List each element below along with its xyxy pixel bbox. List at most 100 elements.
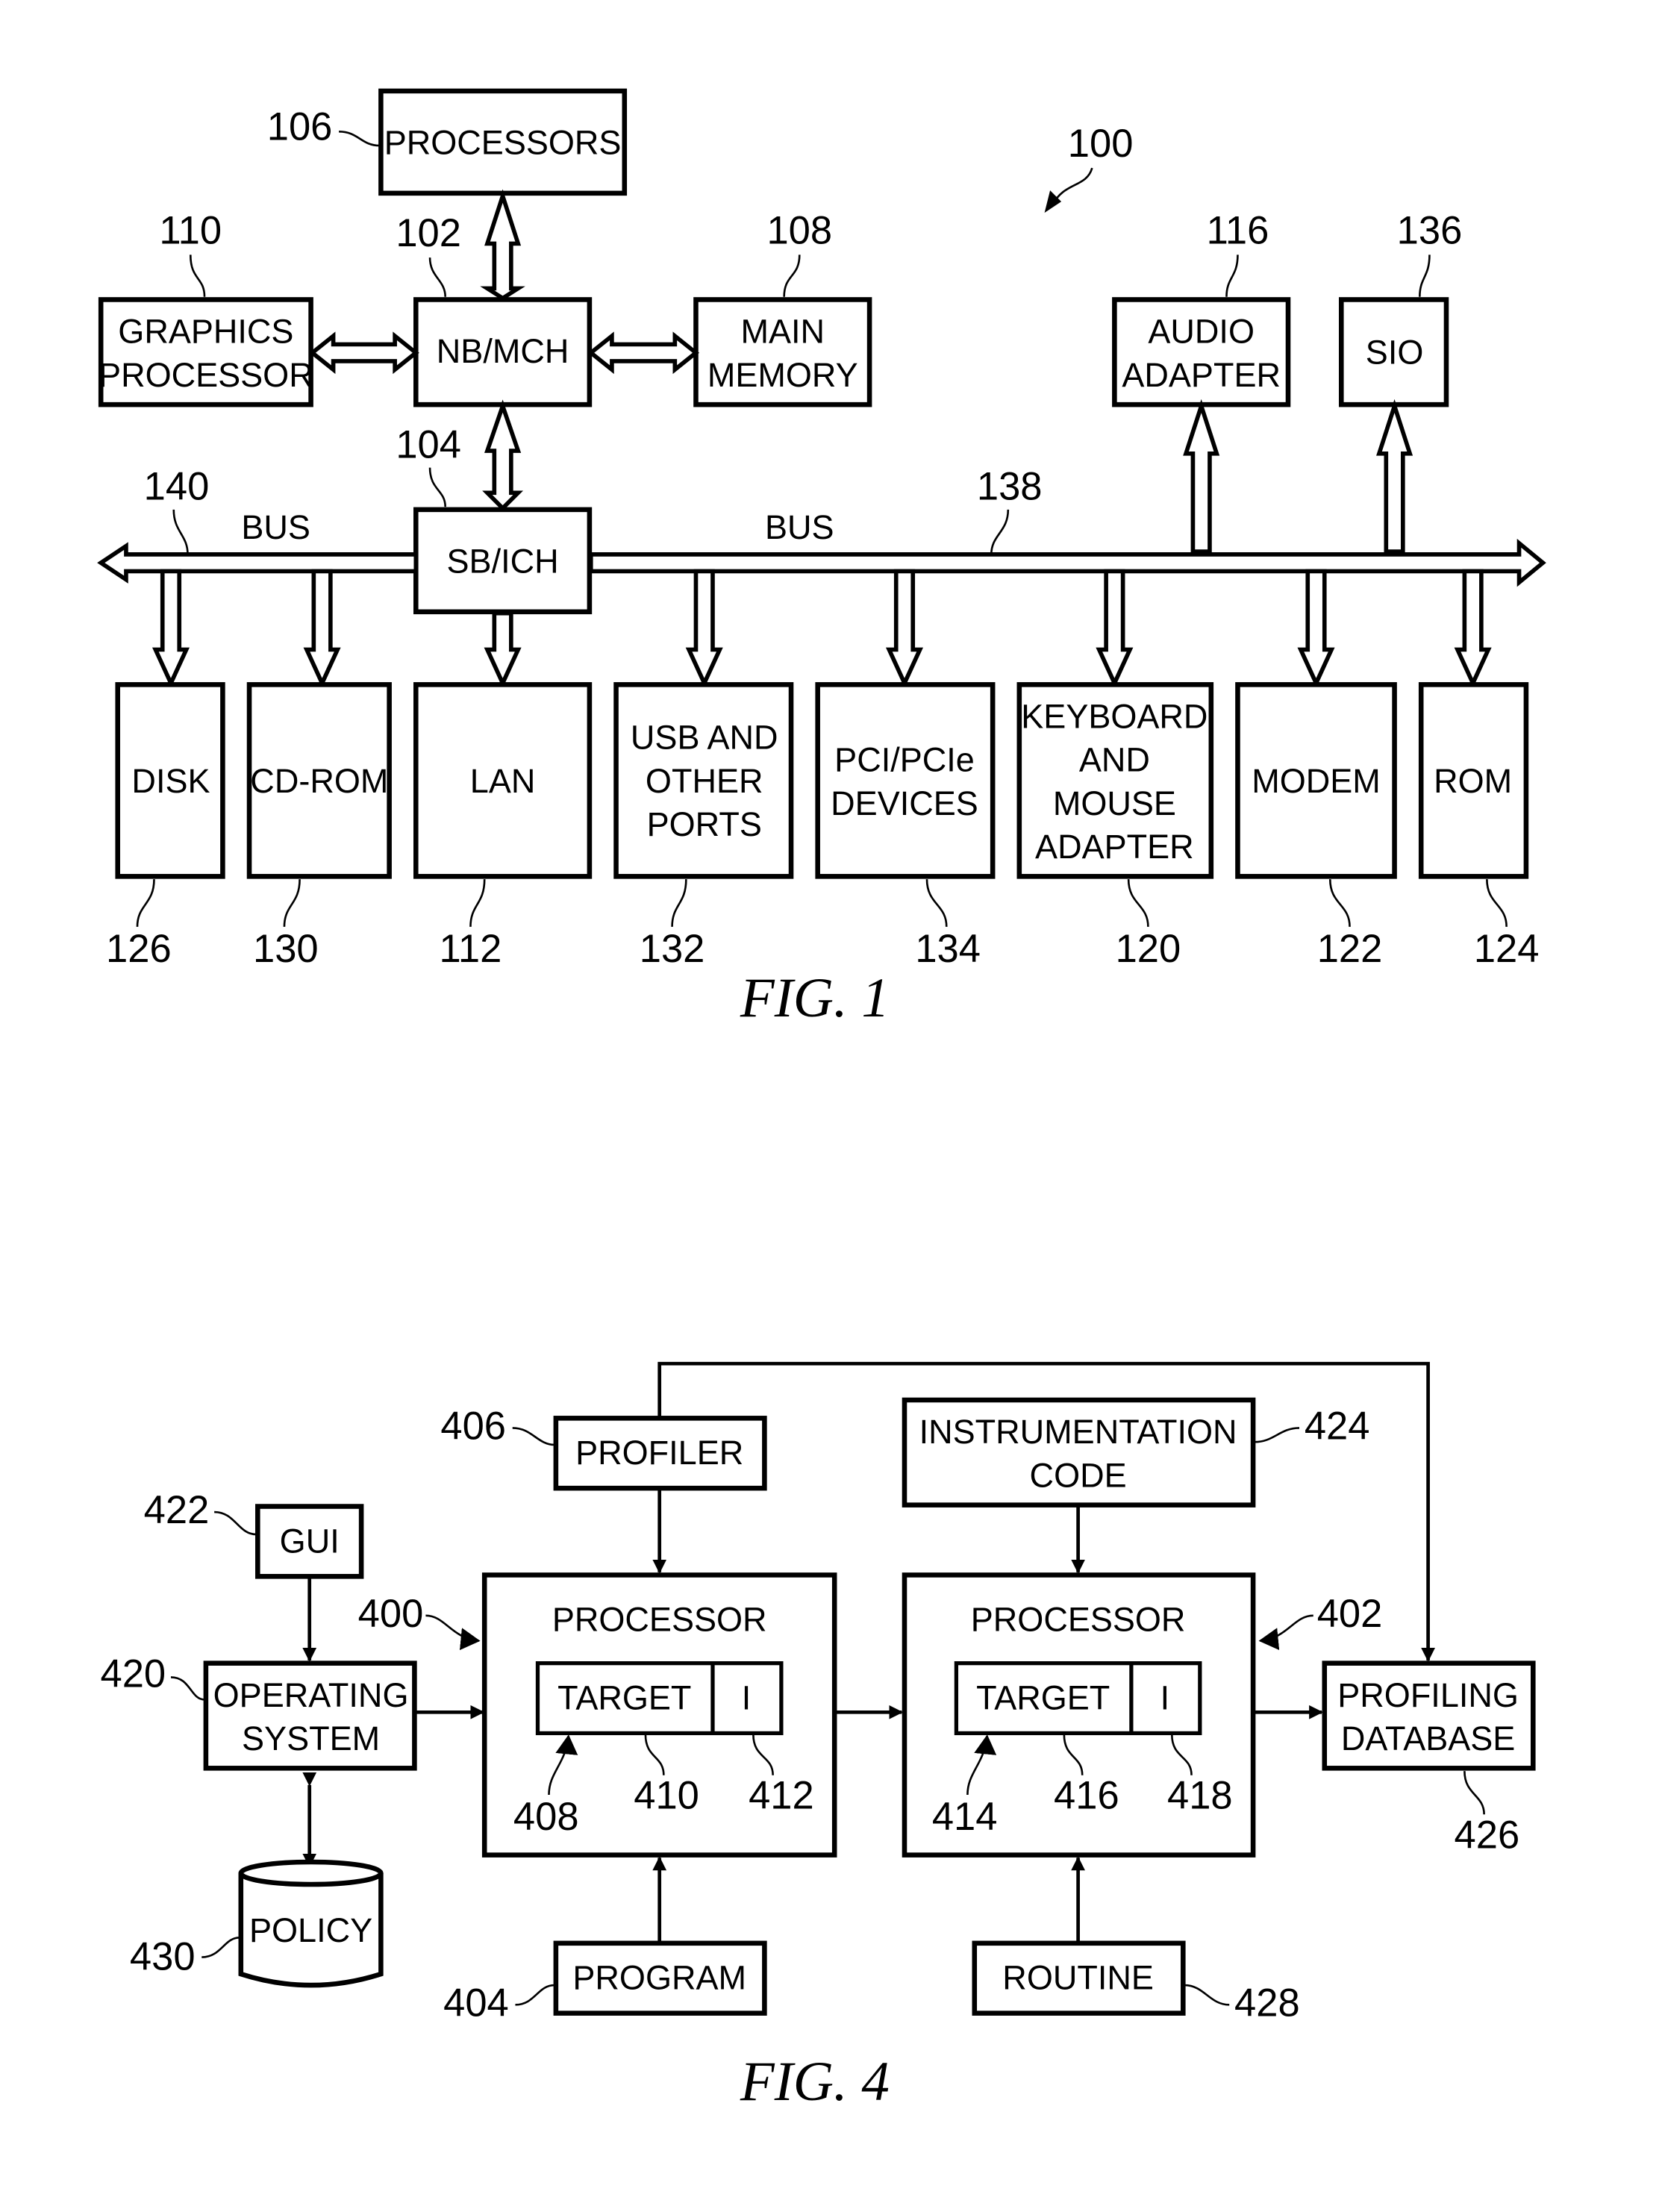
leader-430 — [201, 1937, 240, 1958]
arrow-bus-modem — [1297, 569, 1335, 689]
processor-400-label: PROCESSOR — [552, 1600, 767, 1638]
arrow-bus-usb — [685, 569, 723, 689]
policy-label: POLICY — [249, 1911, 372, 1949]
ref-116: 116 — [1207, 208, 1269, 252]
ref-414: 414 — [932, 1795, 998, 1839]
program-label: PROGRAM — [572, 1959, 746, 1997]
instrumentation-418-label: I — [1160, 1679, 1170, 1717]
leader-138 — [990, 509, 1010, 554]
ref-430: 430 — [130, 1934, 196, 1978]
os-label-2: SYSTEM — [242, 1719, 380, 1758]
os-label-1: OPERATING — [213, 1676, 409, 1714]
leader-404 — [515, 1984, 555, 2006]
gui-block: GUI — [255, 1504, 364, 1579]
profiling-db-label-2: DATABASE — [1341, 1719, 1515, 1758]
modem-block: MODEM — [1235, 682, 1397, 879]
double-arrow-processors-nb — [480, 189, 525, 301]
leader-102 — [428, 257, 446, 297]
leader-108 — [783, 254, 801, 297]
pci-label-1: PCI/PCIe — [834, 741, 975, 779]
keyboard-label-1: KEYBOARD — [1021, 697, 1208, 735]
disk-label: DISK — [131, 762, 210, 800]
ref-404: 404 — [443, 1981, 509, 2025]
bus-140 — [97, 542, 419, 584]
processors-block: PROCESSORS — [378, 88, 628, 196]
ref-410: 410 — [634, 1774, 699, 1818]
ref-424: 424 — [1305, 1404, 1370, 1448]
ref-120: 120 — [1116, 927, 1181, 971]
arrowhead-100 — [1044, 190, 1062, 213]
arrow-bus-disk — [151, 569, 190, 689]
fig-4-caption: FIG. 4 — [740, 2051, 890, 2113]
bus-label-right: BUS — [765, 508, 834, 546]
ref-426: 426 — [1455, 1813, 1520, 1857]
keyboard-label-4: ADAPTER — [1035, 828, 1194, 866]
bus-label-left: BUS — [241, 508, 310, 546]
leader-400 — [425, 1614, 481, 1651]
routine-label: ROUTINE — [1002, 1959, 1154, 1997]
sb-ich-block: SB/ICH — [413, 507, 593, 615]
ref-126: 126 — [106, 927, 172, 971]
leader-132 — [671, 879, 687, 927]
ref-140: 140 — [144, 465, 210, 509]
keyboard-mouse-adapter-block: KEYBOARD AND MOUSE ADAPTER — [1016, 682, 1214, 879]
routine-block: ROUTINE — [972, 1940, 1186, 2016]
audio-adapter-block: AUDIO ADAPTER — [1112, 297, 1291, 407]
usb-label-2: OTHER — [646, 762, 763, 800]
disk-block: DISK — [115, 682, 225, 879]
leader-100 — [1052, 167, 1093, 205]
ref-124: 124 — [1474, 927, 1540, 971]
operating-system-block: OPERATING SYSTEM — [203, 1660, 417, 1771]
leader-126 — [136, 879, 155, 927]
leader-124 — [1486, 879, 1508, 927]
ref-400: 400 — [358, 1592, 424, 1636]
leader-120 — [1127, 879, 1149, 927]
arrow-bus-sio — [1376, 399, 1413, 554]
policy-database-cylinder: POLICY — [238, 1859, 384, 1988]
double-arrow-graphics-nb — [308, 331, 419, 375]
leader-104 — [428, 467, 446, 507]
double-arrow-nb-sb — [482, 399, 524, 511]
leader-130 — [283, 879, 301, 927]
ref-422: 422 — [144, 1488, 210, 1532]
fig-1-caption: FIG. 1 — [740, 967, 890, 1029]
main-memory-block: MAIN MEMORY — [693, 297, 872, 407]
leader-140 — [172, 509, 189, 554]
ref-138: 138 — [977, 465, 1043, 509]
profiler-block: PROFILER — [553, 1416, 767, 1491]
keyboard-label-2: AND — [1079, 741, 1150, 779]
ref-108: 108 — [766, 208, 832, 252]
pci-label-2: DEVICES — [831, 784, 978, 822]
ref-134: 134 — [915, 927, 981, 971]
ref-408: 408 — [513, 1795, 579, 1839]
target-416-label: TARGET — [976, 1679, 1110, 1717]
ref-418: 418 — [1167, 1774, 1233, 1818]
target-410-label: TARGET — [557, 1679, 691, 1717]
ref-402: 402 — [1317, 1592, 1383, 1636]
cdrom-block: CD-ROM — [246, 682, 392, 879]
patent-drawing-sheet: 100 PROCESSORS 106 NB/MCH 102 GRAPHICS P… — [97, 88, 1546, 2113]
rom-block: ROM — [1418, 682, 1529, 879]
leader-136 — [1419, 254, 1431, 297]
sb-ich-label: SB/ICH — [447, 542, 559, 580]
graphics-label-1: GRAPHICS — [118, 313, 293, 351]
usb-label-3: PORTS — [647, 805, 762, 843]
ref-136: 136 — [1397, 208, 1463, 252]
ref-122: 122 — [1317, 927, 1383, 971]
leader-428 — [1184, 1984, 1230, 2006]
leader-106 — [339, 131, 380, 147]
arrow-bus-cdrom — [303, 569, 341, 689]
ref-100: 100 — [1068, 122, 1134, 166]
arrow-bus-audio — [1183, 399, 1220, 554]
figure-1: 100 PROCESSORS 106 NB/MCH 102 GRAPHICS P… — [97, 88, 1546, 1029]
ref-102: 102 — [396, 211, 461, 255]
leader-426 — [1463, 1771, 1485, 1815]
graphics-processor-block: GRAPHICS PROCESSOR — [98, 297, 313, 407]
leader-424 — [1254, 1427, 1300, 1443]
arrow-bus-pci — [885, 569, 924, 689]
leader-122 — [1328, 879, 1351, 927]
ref-130: 130 — [253, 927, 319, 971]
graphics-label-2: PROCESSOR — [99, 356, 313, 394]
processor-402-label: PROCESSOR — [971, 1600, 1186, 1638]
arrow-sb-lan — [484, 610, 522, 689]
